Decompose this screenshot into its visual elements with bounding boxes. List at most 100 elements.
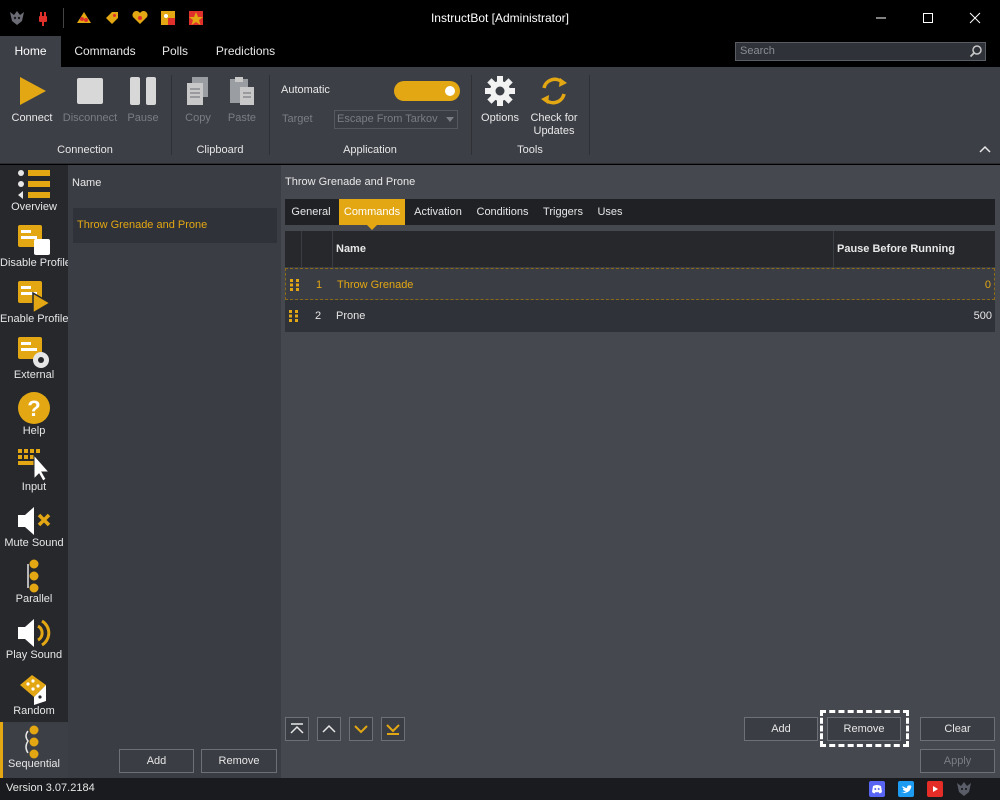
- search-icon[interactable]: [969, 44, 983, 58]
- help-icon: ?: [18, 392, 50, 424]
- table-row[interactable]: 1 Throw Grenade 0: [285, 268, 995, 300]
- disconnect-label: Disconnect: [62, 112, 118, 124]
- nav-disable-profile-label: Disable Profile: [0, 257, 71, 269]
- app-logo-icon[interactable]: [956, 781, 972, 797]
- refresh-icon: [541, 77, 567, 105]
- stop-icon: [77, 78, 103, 104]
- search-input[interactable]: Search: [735, 42, 986, 61]
- move-down-button[interactable]: [349, 717, 373, 741]
- copy-label: Copy: [185, 112, 211, 124]
- discord-icon[interactable]: [869, 781, 885, 797]
- pause-button[interactable]: Pause: [122, 75, 164, 124]
- tab-conditions[interactable]: Conditions: [472, 199, 533, 225]
- nav-parallel[interactable]: Parallel: [0, 557, 68, 613]
- maximize-button[interactable]: [905, 0, 951, 36]
- connect-button[interactable]: Connect: [6, 75, 58, 124]
- nav-random-label: Random: [13, 705, 55, 717]
- grid-header: Name Pause Before Running: [285, 231, 995, 267]
- disconnect-button[interactable]: Disconnect: [58, 75, 122, 124]
- row-number: 1: [315, 279, 323, 291]
- twitter-icon[interactable]: [898, 781, 914, 797]
- row-pause: 500: [973, 310, 992, 322]
- paste-icon: [230, 77, 254, 105]
- minimize-button[interactable]: [858, 0, 904, 36]
- tab-predictions[interactable]: Predictions: [208, 36, 283, 67]
- table-row[interactable]: 2 Prone 500: [285, 300, 995, 332]
- command-clear-button[interactable]: Clear: [920, 717, 995, 741]
- close-button[interactable]: [952, 0, 998, 36]
- paste-button[interactable]: Paste: [222, 75, 262, 124]
- list-item[interactable]: Throw Grenade and Prone: [73, 208, 277, 243]
- nav-parallel-label: Parallel: [15, 593, 53, 605]
- nav-overview[interactable]: Overview: [0, 165, 68, 221]
- list-remove-button[interactable]: Remove: [201, 749, 277, 773]
- pause-icon: [130, 77, 156, 105]
- external-gear-icon: [18, 337, 49, 368]
- check-updates-label-line1: Check for: [530, 112, 578, 124]
- drag-handle-icon[interactable]: [290, 279, 300, 291]
- nav-overview-label: Overview: [11, 201, 57, 213]
- parallel-icon: [27, 559, 39, 593]
- connect-label: Connect: [11, 112, 53, 124]
- nav-input[interactable]: Input: [0, 445, 68, 501]
- tab-commands[interactable]: Commands: [66, 36, 144, 67]
- copy-icon: [187, 77, 208, 105]
- column-header-name[interactable]: Name: [336, 231, 366, 267]
- svg-text:?: ?: [27, 396, 40, 421]
- move-bottom-button[interactable]: [381, 717, 405, 741]
- options-button[interactable]: Options: [477, 75, 523, 124]
- random-dice-icon: [20, 675, 46, 705]
- column-header-pause[interactable]: Pause Before Running: [837, 231, 955, 267]
- copy-button[interactable]: Copy: [178, 75, 218, 124]
- nav-play-sound-label: Play Sound: [5, 649, 63, 661]
- row-pause: 0: [984, 279, 991, 291]
- tab-uses[interactable]: Uses: [593, 199, 627, 225]
- ribbon: Connect Disconnect Pause Connection Copy…: [0, 67, 1000, 164]
- check-updates-label-line2: Updates: [533, 125, 575, 137]
- tab-activation[interactable]: Activation: [407, 199, 469, 225]
- youtube-icon[interactable]: [927, 781, 943, 797]
- check-updates-button[interactable]: Check for Updates: [526, 75, 582, 138]
- tab-triggers[interactable]: Triggers: [538, 199, 588, 225]
- nav-help[interactable]: ? Help: [0, 389, 68, 445]
- overview-list-icon: [18, 170, 50, 199]
- nav-enable-profile[interactable]: Enable Profile: [0, 277, 69, 333]
- detail-tabs: General Commands Activation Conditions T…: [285, 199, 995, 230]
- sequential-icon: [25, 725, 39, 759]
- collapse-ribbon-icon[interactable]: [979, 145, 991, 153]
- tools-group-label: Tools: [517, 144, 543, 156]
- detail-title: Throw Grenade and Prone: [285, 176, 416, 188]
- nav-disable-profile[interactable]: Disable Profile: [0, 221, 71, 277]
- tab-commands-detail[interactable]: Commands: [339, 199, 405, 230]
- move-bottom-icon: [386, 724, 400, 735]
- nav-mute-sound[interactable]: Mute Sound: [0, 501, 68, 557]
- nav-external[interactable]: External: [0, 333, 68, 389]
- command-add-button[interactable]: Add: [744, 717, 818, 741]
- title-bar: InstructBot [Administrator]: [0, 0, 1000, 36]
- target-select[interactable]: Escape From Tarkov: [334, 110, 458, 129]
- tab-polls[interactable]: Polls: [150, 36, 200, 67]
- apply-button[interactable]: Apply: [920, 749, 995, 773]
- application-group-label: Application: [343, 144, 397, 156]
- nav-random[interactable]: Random: [0, 669, 68, 725]
- minimize-icon: [876, 17, 886, 19]
- tab-home[interactable]: Home: [0, 36, 61, 67]
- move-up-button[interactable]: [317, 717, 341, 741]
- list-add-button[interactable]: Add: [119, 749, 194, 773]
- automatic-toggle[interactable]: [394, 81, 460, 101]
- profile-list-panel: Name: [68, 165, 281, 778]
- chevron-down-icon: [446, 117, 454, 122]
- drag-handle-icon[interactable]: [289, 310, 299, 322]
- list-column-header: Name: [72, 177, 102, 189]
- move-top-button[interactable]: [285, 717, 309, 741]
- row-name: Throw Grenade: [337, 279, 414, 291]
- tab-general[interactable]: General: [285, 199, 337, 225]
- options-label: Options: [481, 112, 519, 124]
- nav-input-label: Input: [21, 481, 47, 493]
- nav-sequential[interactable]: Sequential: [0, 722, 68, 778]
- nav-play-sound[interactable]: Play Sound: [0, 613, 68, 669]
- chevron-down-icon: [354, 725, 368, 734]
- status-bar: Version 3.07.2184: [0, 778, 1000, 800]
- window-title: InstructBot [Administrator]: [430, 11, 570, 25]
- play-icon: [20, 77, 46, 105]
